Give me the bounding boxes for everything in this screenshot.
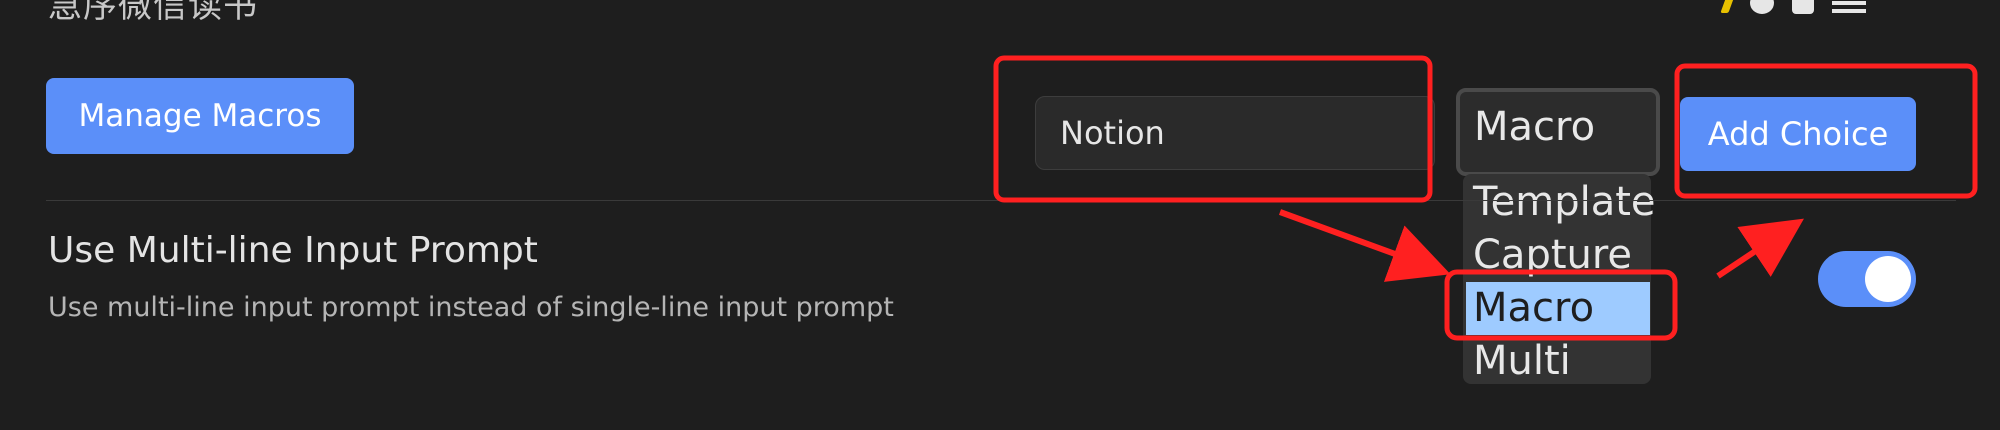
choice-type-select[interactable]: Macro — [1456, 88, 1660, 176]
multiline-toggle[interactable] — [1818, 251, 1916, 307]
annotation-arrow-to-add-choice — [1716, 218, 1804, 279]
toggle-knob — [1865, 256, 1911, 302]
annotation-arrow-to-macro — [1278, 209, 1451, 282]
dropdown-option-capture[interactable]: Capture — [1463, 229, 1651, 282]
gear-icon[interactable] — [1750, 0, 1774, 14]
choice-type-dropdown: Template Capture Macro Multi — [1463, 174, 1656, 384]
flash-icon[interactable] — [1720, 0, 1736, 13]
annotation-overlay — [993, 55, 1978, 341]
dropdown-option-multi[interactable]: Multi — [1463, 335, 1651, 388]
page-title: 急序微信读书 — [48, 0, 258, 26]
top-toolbar — [1720, 0, 1866, 14]
divider — [46, 200, 1956, 201]
menu-icon[interactable] — [1832, 1, 1866, 5]
settings-panel: 急序微信读书 Manage Macros Macro Template Capt… — [0, 0, 2000, 430]
setting-name: Use Multi-line Input Prompt — [48, 230, 538, 271]
choice-name-input[interactable] — [1035, 96, 1435, 170]
dropdown-option-macro[interactable]: Macro — [1466, 282, 1650, 335]
clipboard-icon[interactable] — [1792, 0, 1814, 14]
dropdown-option-template[interactable]: Template — [1463, 176, 1656, 229]
add-choice-button[interactable]: Add Choice — [1680, 97, 1916, 171]
manage-macros-button[interactable]: Manage Macros — [46, 78, 354, 154]
setting-description: Use multi-line input prompt instead of s… — [48, 292, 894, 323]
